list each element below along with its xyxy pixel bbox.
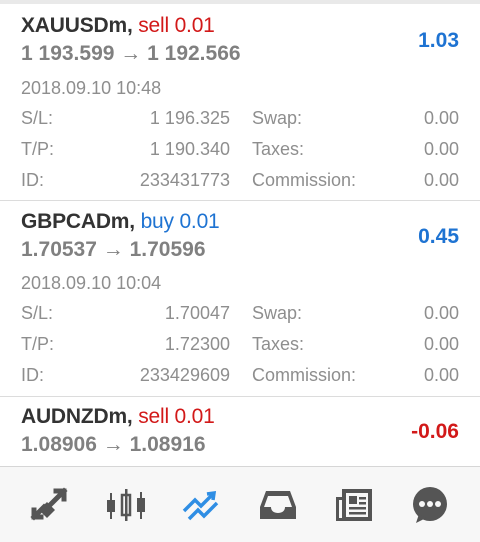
position-row[interactable]: AUDNZDm, sell 0.01 1.08906 → 1.08916 -0.… — [0, 398, 480, 466]
tp-value: 1.72300 — [164, 334, 230, 354]
taxes-label: Taxes: — [252, 139, 305, 159]
news-icon[interactable] — [332, 485, 376, 525]
arrow-icon: → — [102, 238, 124, 261]
candlestick-chart-icon[interactable] — [104, 485, 148, 525]
trade-icon[interactable] — [180, 485, 224, 525]
taxes-value: 0.00 — [423, 334, 459, 354]
position-symbol: AUDNZDm, — [21, 405, 133, 428]
position-direction: sell 0.01 — [138, 405, 215, 428]
position-profit: 1.03 — [418, 29, 459, 52]
position-datetime: 2018.09.10 10:04 — [21, 273, 162, 293]
position-row[interactable]: XAUUSDm, sell 0.01 1 193.599 → 1 192.566… — [0, 4, 480, 199]
swap-label: Swap: — [252, 108, 303, 128]
sl-label: S/L: — [21, 108, 54, 128]
position-direction: buy 0.01 — [140, 210, 220, 233]
commission-value: 0.00 — [423, 170, 459, 190]
position-header: AUDNZDm, sell 0.01 — [21, 405, 215, 429]
swap-value: 0.00 — [423, 108, 459, 128]
id-value: 233431773 — [139, 170, 230, 190]
open-price: 1 193.599 — [21, 42, 115, 65]
id-label: ID: — [21, 170, 45, 190]
position-prices: 1.70537 → 1.70596 — [21, 238, 206, 262]
arrow-icon: → — [120, 42, 142, 65]
swap-value: 0.00 — [423, 303, 459, 323]
sl-value: 1 196.325 — [149, 108, 230, 128]
id-value: 233429609 — [139, 365, 230, 385]
position-profit: 0.45 — [418, 225, 459, 248]
tp-value: 1 190.340 — [149, 139, 230, 159]
bottom-toolbar — [0, 466, 480, 542]
commission-label: Commission: — [252, 365, 357, 385]
tp-label: T/P: — [21, 334, 55, 354]
messages-icon[interactable] — [408, 485, 452, 525]
taxes-value: 0.00 — [423, 139, 459, 159]
position-direction: sell 0.01 — [138, 14, 215, 37]
position-prices: 1.08906 → 1.08916 — [21, 433, 206, 457]
history-inbox-icon[interactable] — [256, 485, 300, 525]
taxes-label: Taxes: — [252, 334, 305, 354]
tp-label: T/P: — [21, 139, 55, 159]
current-price: 1.70596 — [129, 238, 206, 261]
position-symbol: GBPCADm, — [21, 210, 135, 233]
quotes-arrows-icon[interactable] — [28, 485, 72, 525]
position-datetime: 2018.09.10 10:48 — [21, 78, 162, 98]
commission-label: Commission: — [252, 170, 357, 190]
position-header: XAUUSDm, sell 0.01 — [21, 14, 215, 38]
id-label: ID: — [21, 365, 45, 385]
position-prices: 1 193.599 → 1 192.566 — [21, 42, 241, 66]
sl-value: 1.70047 — [164, 303, 230, 323]
open-price: 1.70537 — [21, 238, 97, 261]
position-profit: -0.06 — [411, 420, 459, 443]
commission-value: 0.00 — [423, 365, 459, 385]
position-header: GBPCADm, buy 0.01 — [21, 210, 220, 234]
open-price: 1.08906 — [21, 433, 97, 456]
sl-label: S/L: — [21, 303, 54, 323]
swap-label: Swap: — [252, 303, 303, 323]
row-divider — [0, 396, 480, 397]
position-row[interactable]: GBPCADm, buy 0.01 1.70537 → 1.70596 0.45… — [0, 201, 480, 396]
current-price: 1.08916 — [129, 433, 206, 456]
arrow-icon: → — [102, 433, 124, 456]
current-price: 1 192.566 — [147, 42, 241, 65]
position-symbol: XAUUSDm, — [21, 14, 133, 37]
